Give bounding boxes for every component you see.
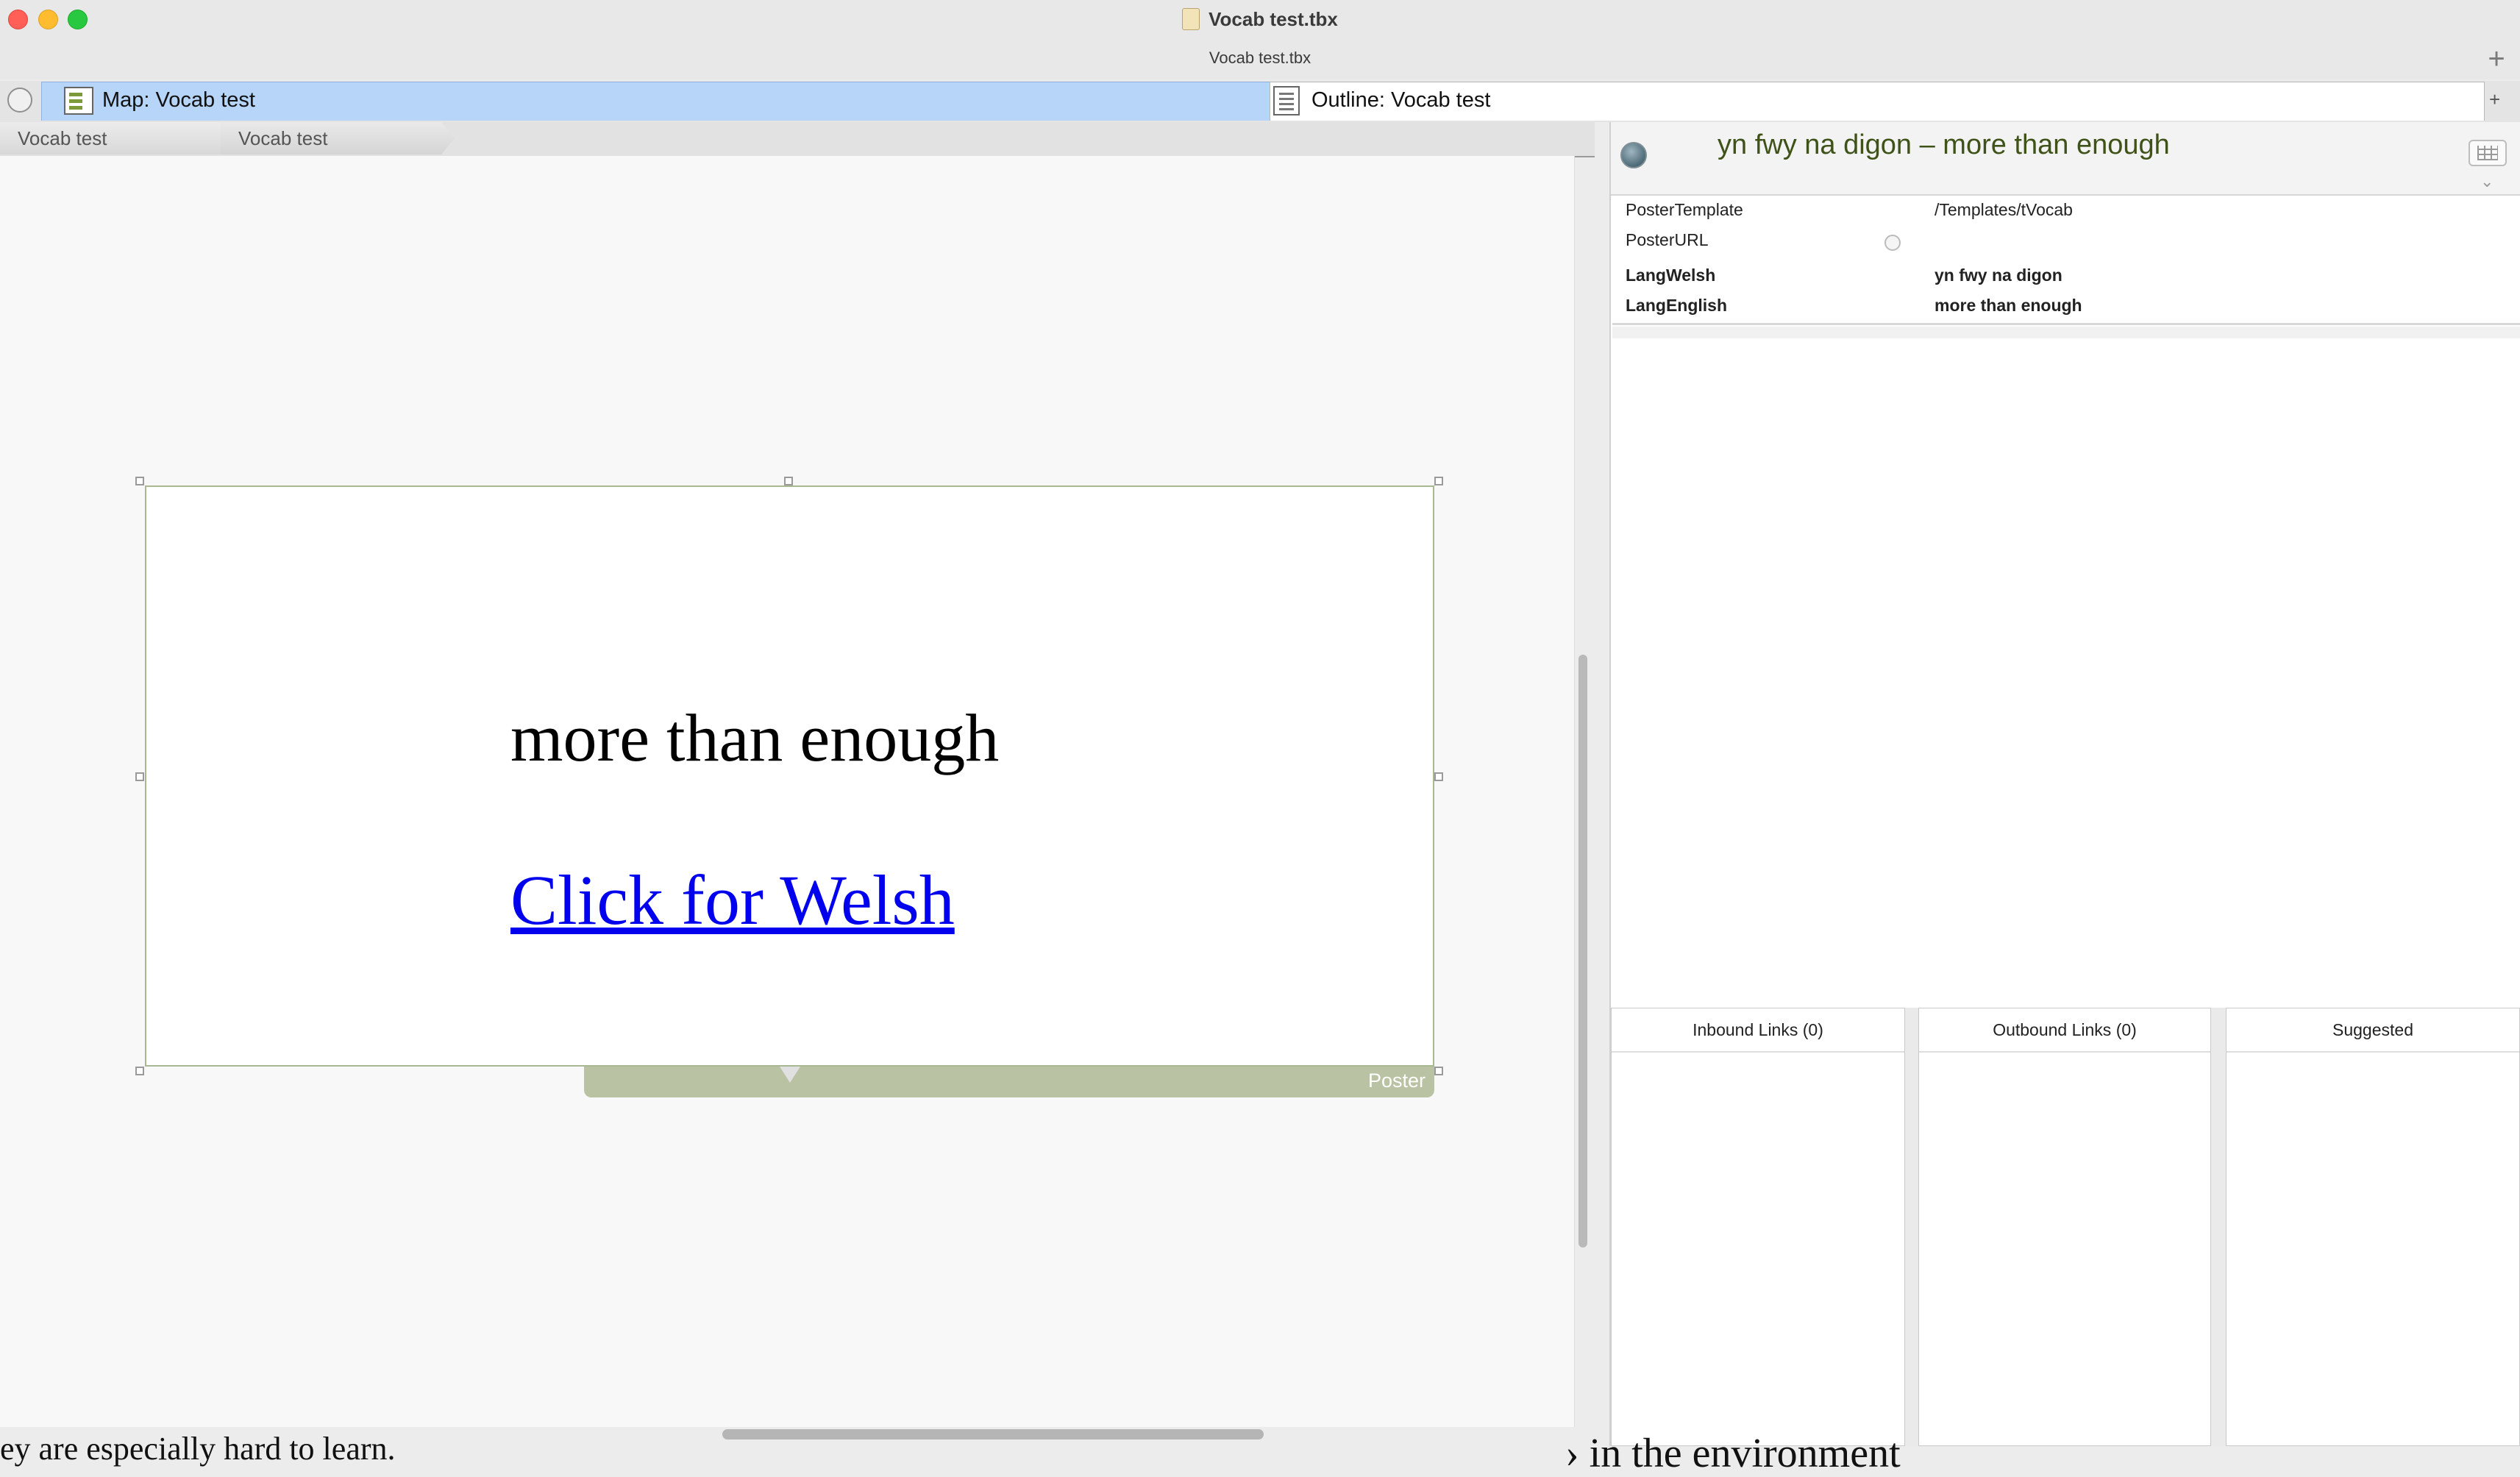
- background-text-left: ey are especially hard to learn.: [0, 1431, 396, 1467]
- tab-map-label: Map: Vocab test: [102, 88, 255, 112]
- table-view-icon[interactable]: [2469, 140, 2507, 166]
- poster-welsh-link[interactable]: Click for Welsh: [510, 859, 955, 941]
- chevron-down-icon[interactable]: ⌄: [2480, 172, 2494, 191]
- poster-badge-label: Poster: [1367, 1070, 1425, 1092]
- attribute-name: LangEnglish: [1626, 296, 1727, 315]
- breadcrumb: Vocab test Vocab test: [0, 122, 1598, 157]
- down-arrow-icon[interactable]: [780, 1067, 800, 1083]
- resize-handle-top-left[interactable]: [135, 477, 144, 485]
- suggested-links-pane[interactable]: Suggested: [2226, 1008, 2520, 1446]
- attribute-separator: [1612, 327, 2520, 338]
- pane-gap: [1905, 1008, 1918, 1446]
- pane-divider[interactable]: [1595, 122, 1609, 1446]
- globe-icon[interactable]: [1884, 235, 1901, 251]
- outbound-links-header: Outbound Links (0): [1919, 1008, 2210, 1053]
- attribute-value[interactable]: /Templates/tVocab: [1935, 200, 2073, 220]
- window-title: Vocab test.tbx: [1209, 7, 1338, 30]
- suggested-links-header: Suggested: [2227, 1008, 2519, 1053]
- add-view-icon[interactable]: +: [2489, 88, 2500, 111]
- attribute-name: LangWelsh: [1626, 266, 1716, 285]
- outbound-links-pane[interactable]: Outbound Links (0): [1918, 1008, 2211, 1446]
- poster-badge: Poster: [584, 1067, 1434, 1097]
- poster-english-text: more than enough: [510, 700, 1000, 775]
- background-text-right: › in the environment: [1565, 1431, 1901, 1476]
- attribute-name: PosterTemplate: [1626, 200, 1743, 219]
- document-icon: [1182, 8, 1200, 30]
- pane-gap: [2211, 1008, 2226, 1446]
- window-title-group: Vocab test.tbx: [0, 4, 2520, 34]
- add-tab-icon[interactable]: +: [2480, 44, 2513, 76]
- attribute-value[interactable]: more than enough: [1935, 296, 2082, 316]
- breadcrumb-item-root[interactable]: Vocab test: [0, 122, 234, 154]
- map-vertical-scrollbar[interactable]: [1578, 655, 1587, 1248]
- resize-handle-top-right[interactable]: [1434, 477, 1443, 485]
- breadcrumb-item-current[interactable]: Vocab test: [221, 122, 455, 154]
- tab-circle-button[interactable]: [7, 88, 32, 113]
- attribute-value[interactable]: yn fwy na digon: [1935, 266, 2062, 285]
- resize-handle-bottom-right[interactable]: [1434, 1067, 1443, 1075]
- resize-handle-bottom-left[interactable]: [135, 1067, 144, 1075]
- resize-handle-left[interactable]: [135, 772, 144, 781]
- outline-view-icon: [1273, 86, 1300, 115]
- tab-outline-view[interactable]: Outline: Vocab test: [1270, 82, 2485, 121]
- resize-handle-right[interactable]: [1434, 772, 1443, 781]
- note-title[interactable]: yn fwy na digon – more than enough: [1718, 129, 2170, 161]
- tab-map-view[interactable]: Map: Vocab test: [41, 82, 1277, 121]
- inbound-links-pane[interactable]: Inbound Links (0): [1611, 1008, 1905, 1446]
- attribute-name: PosterURL: [1626, 230, 1709, 249]
- note-badge-icon[interactable]: [1620, 142, 1647, 168]
- tab-outline-label: Outline: Vocab test: [1311, 88, 1491, 112]
- map-horizontal-scrollbar[interactable]: [722, 1429, 1264, 1439]
- resize-handle-top[interactable]: [784, 477, 793, 485]
- document-tab-title: Vocab test.tbx: [1209, 49, 1311, 67]
- inbound-links-header: Inbound Links (0): [1612, 1008, 1904, 1053]
- map-view-icon: [64, 87, 93, 115]
